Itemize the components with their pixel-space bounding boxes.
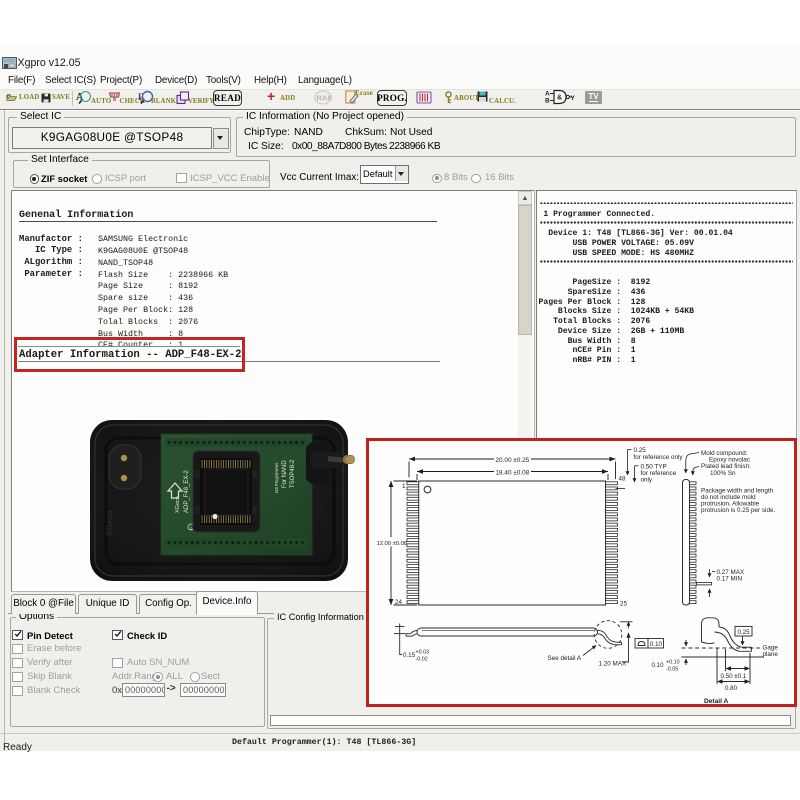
- svg-text:-0.02: -0.02: [416, 657, 428, 663]
- svg-text:+0.03: +0.03: [416, 650, 430, 656]
- svg-text:only: only: [641, 476, 653, 483]
- svg-text:RAM: RAM: [317, 94, 333, 103]
- svg-text:Y: Y: [571, 95, 576, 102]
- svg-text:0.15: 0.15: [403, 652, 416, 659]
- svg-text:B: B: [545, 98, 550, 105]
- svg-text:XGecu: XGecu: [105, 511, 114, 536]
- svg-text:&: &: [557, 95, 562, 102]
- svg-text:for reference only: for reference only: [634, 454, 684, 461]
- svg-text:A: A: [545, 91, 550, 98]
- svg-text:1: 1: [402, 483, 406, 490]
- svg-text:-0.05: -0.05: [666, 667, 678, 673]
- svg-text:1.20 MAX: 1.20 MAX: [599, 661, 627, 668]
- svg-text:See detail A: See detail A: [548, 655, 582, 662]
- svg-text:Detail A: Detail A: [704, 698, 729, 704]
- svg-text:0.10: 0.10: [652, 662, 665, 669]
- svg-text:For NAND: For NAND: [282, 460, 288, 488]
- svg-text:ADP_F48_EX-2: ADP_F48_EX-2: [184, 470, 190, 513]
- svg-text:48: 48: [619, 476, 626, 483]
- svg-text:+0.10: +0.10: [666, 660, 680, 666]
- svg-text:TSOP48-2: TSOP48-2: [290, 459, 296, 488]
- svg-text:25: 25: [620, 601, 627, 608]
- svg-text:24: 24: [395, 599, 402, 606]
- svg-text:18.40 ±0.08: 18.40 ±0.08: [496, 469, 530, 476]
- svg-text:100% Sn: 100% Sn: [710, 470, 736, 477]
- svg-text:0.80: 0.80: [725, 685, 738, 692]
- svg-text:0.25: 0.25: [738, 629, 751, 636]
- svg-text:0.50 ±0.1: 0.50 ±0.1: [721, 673, 747, 680]
- svg-text:XGecu: XGecu: [175, 496, 181, 513]
- svg-text:20.00 ±0.25: 20.00 ±0.25: [496, 457, 530, 464]
- svg-text:12.00 ±0.08: 12.00 ±0.08: [377, 541, 408, 547]
- svg-text:protrusion is 0.25 per side.: protrusion is 0.25 per side.: [701, 507, 775, 514]
- svg-text:t48 Programmer: t48 Programmer: [274, 462, 279, 493]
- svg-text:0.17 MIN: 0.17 MIN: [717, 576, 743, 583]
- svg-text:0.10: 0.10: [650, 641, 663, 648]
- svg-text:plane: plane: [763, 651, 779, 658]
